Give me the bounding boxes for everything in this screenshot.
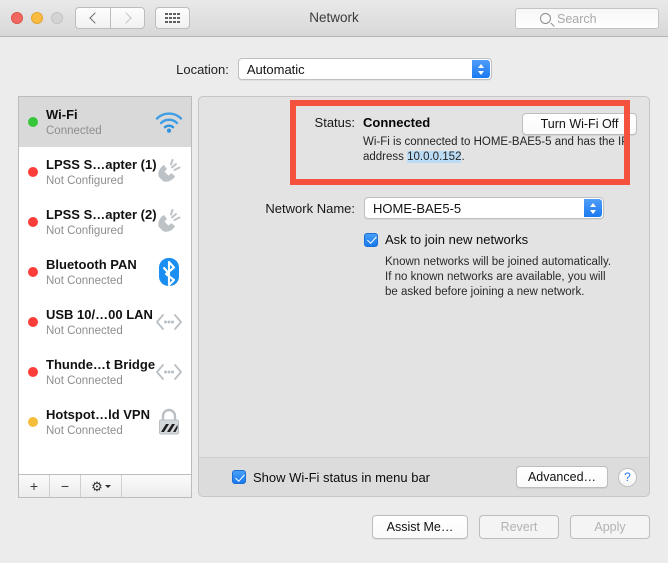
status-section: Status: Connected Turn Wi-Fi Off Wi-Fi i… [297,113,637,165]
toolbar-filler [122,475,191,497]
show-status-row[interactable]: Show Wi-Fi status in menu bar [232,470,430,485]
location-value: Automatic [246,61,305,77]
ask-to-join-row[interactable]: Ask to join new networks [364,232,528,247]
search-field[interactable]: Search [515,8,659,29]
service-status: Not Configured [46,225,124,237]
apply-button: Apply [570,515,650,539]
status-dot [28,217,38,227]
sidebar-item-lpss-serial-adapter-1[interactable]: LPSS S…apter (1) Not Configured [19,147,191,197]
status-dot [28,267,38,277]
chevron-updown-icon [471,60,490,78]
ip-address-value: 10.0.0.152 [407,151,462,163]
assist-me-button[interactable]: Assist Me… [372,515,468,539]
serial-modem-icon [153,206,185,238]
sidebar-item-usb-lan[interactable]: USB 10/…00 LAN Not Connected [19,297,191,347]
sidebar-item-thunderbolt-bridge[interactable]: Thunde…t Bridge Not Connected [19,347,191,397]
status-line: Status: Connected Turn Wi-Fi Off [297,113,637,135]
window-titlebar: Network Search [0,0,668,37]
vpn-lock-icon [153,406,185,438]
status-description-text: Wi-Fi is connected to HOME-BAE5-5 and ha… [363,136,629,163]
status-dot [28,117,38,127]
sidebar-item-wi-fi[interactable]: Wi-Fi Connected [19,97,191,147]
serial-modem-icon [153,156,185,188]
status-dot [28,317,38,327]
ask-to-join-help-text: Known networks will be joined automatica… [385,256,612,298]
bluetooth-icon [153,256,185,288]
wifi-icon [153,106,185,138]
service-status: Not Connected [46,275,123,287]
service-name: Bluetooth PAN [46,257,137,272]
location-popup-button[interactable]: Automatic [237,58,492,80]
wifi-settings-panel: Status: Connected Turn Wi-Fi Off Wi-Fi i… [198,96,650,497]
network-name-row: Network Name: HOME-BAE5-5 [231,197,604,219]
panel-actions: Advanced… ? [516,466,637,488]
sidebar-item-hotspot-shield-vpn[interactable]: Hotspot…ld VPN Not Connected [19,397,191,447]
gear-icon: ⚙ [91,478,103,494]
status-label: Status: [314,115,355,130]
network-name-label: Network Name: [265,200,355,216]
services-list-toolbar[interactable]: + − ⚙ [18,474,192,498]
service-status: Not Configured [46,175,124,187]
service-status: Not Connected [46,425,123,437]
status-description: Wi-Fi is connected to HOME-BAE5-5 and ha… [363,135,631,165]
check-icon [367,234,377,244]
window-footer: Assist Me… Revert Apply [0,515,668,539]
ask-to-join-checkbox[interactable] [364,232,378,247]
search-icon [540,13,551,24]
ethernet-icon [153,356,185,388]
sidebar-item-lpss-serial-adapter-2[interactable]: LPSS S…apter (2) Not Configured [19,197,191,247]
sidebar-item-bluetooth-pan[interactable]: Bluetooth PAN Not Connected [19,247,191,297]
status-dot [28,167,38,177]
services-action-menu-button[interactable]: ⚙ [81,475,122,497]
service-status: Connected [46,125,102,137]
location-label: Location: [176,61,229,77]
network-name-popup-button[interactable]: HOME-BAE5-5 [364,197,604,219]
service-name: LPSS S…apter (1) [46,157,157,172]
network-name-value: HOME-BAE5-5 [373,200,462,216]
ask-to-join-label: Ask to join new networks [385,232,529,247]
remove-service-button[interactable]: − [50,475,81,497]
revert-button: Revert [479,515,559,539]
status-dot [28,417,38,427]
status-dot [28,367,38,377]
add-service-button[interactable]: + [19,475,50,497]
advanced-button[interactable]: Advanced… [516,466,608,488]
turn-wifi-off-button[interactable]: Turn Wi-Fi Off [522,113,637,135]
service-status: Not Connected [46,325,123,337]
service-name: Wi-Fi [46,107,78,122]
service-name: USB 10/…00 LAN [46,307,153,322]
panel-bottom-bar: Show Wi-Fi status in menu bar Advanced… … [199,457,649,496]
status-value: Connected [363,115,431,130]
help-button[interactable]: ? [618,467,637,487]
chevron-down-icon [104,484,111,488]
search-placeholder: Search [557,11,597,26]
service-name: Thunde…t Bridge [46,357,156,372]
show-wifi-status-checkbox[interactable] [232,470,246,484]
service-status: Not Connected [46,375,123,387]
service-name: Hotspot…ld VPN [46,407,150,422]
ethernet-icon [153,306,185,338]
service-name: LPSS S…apter (2) [46,207,157,222]
location-row: Location: Automatic [0,58,668,80]
status-description-suffix: . [461,151,465,163]
check-icon [235,471,245,481]
show-wifi-status-label: Show Wi-Fi status in menu bar [253,469,431,485]
chevron-updown-icon [584,199,602,217]
network-services-list[interactable]: Wi-Fi Connected LPSS S…apter (1) Not Con… [18,96,192,474]
